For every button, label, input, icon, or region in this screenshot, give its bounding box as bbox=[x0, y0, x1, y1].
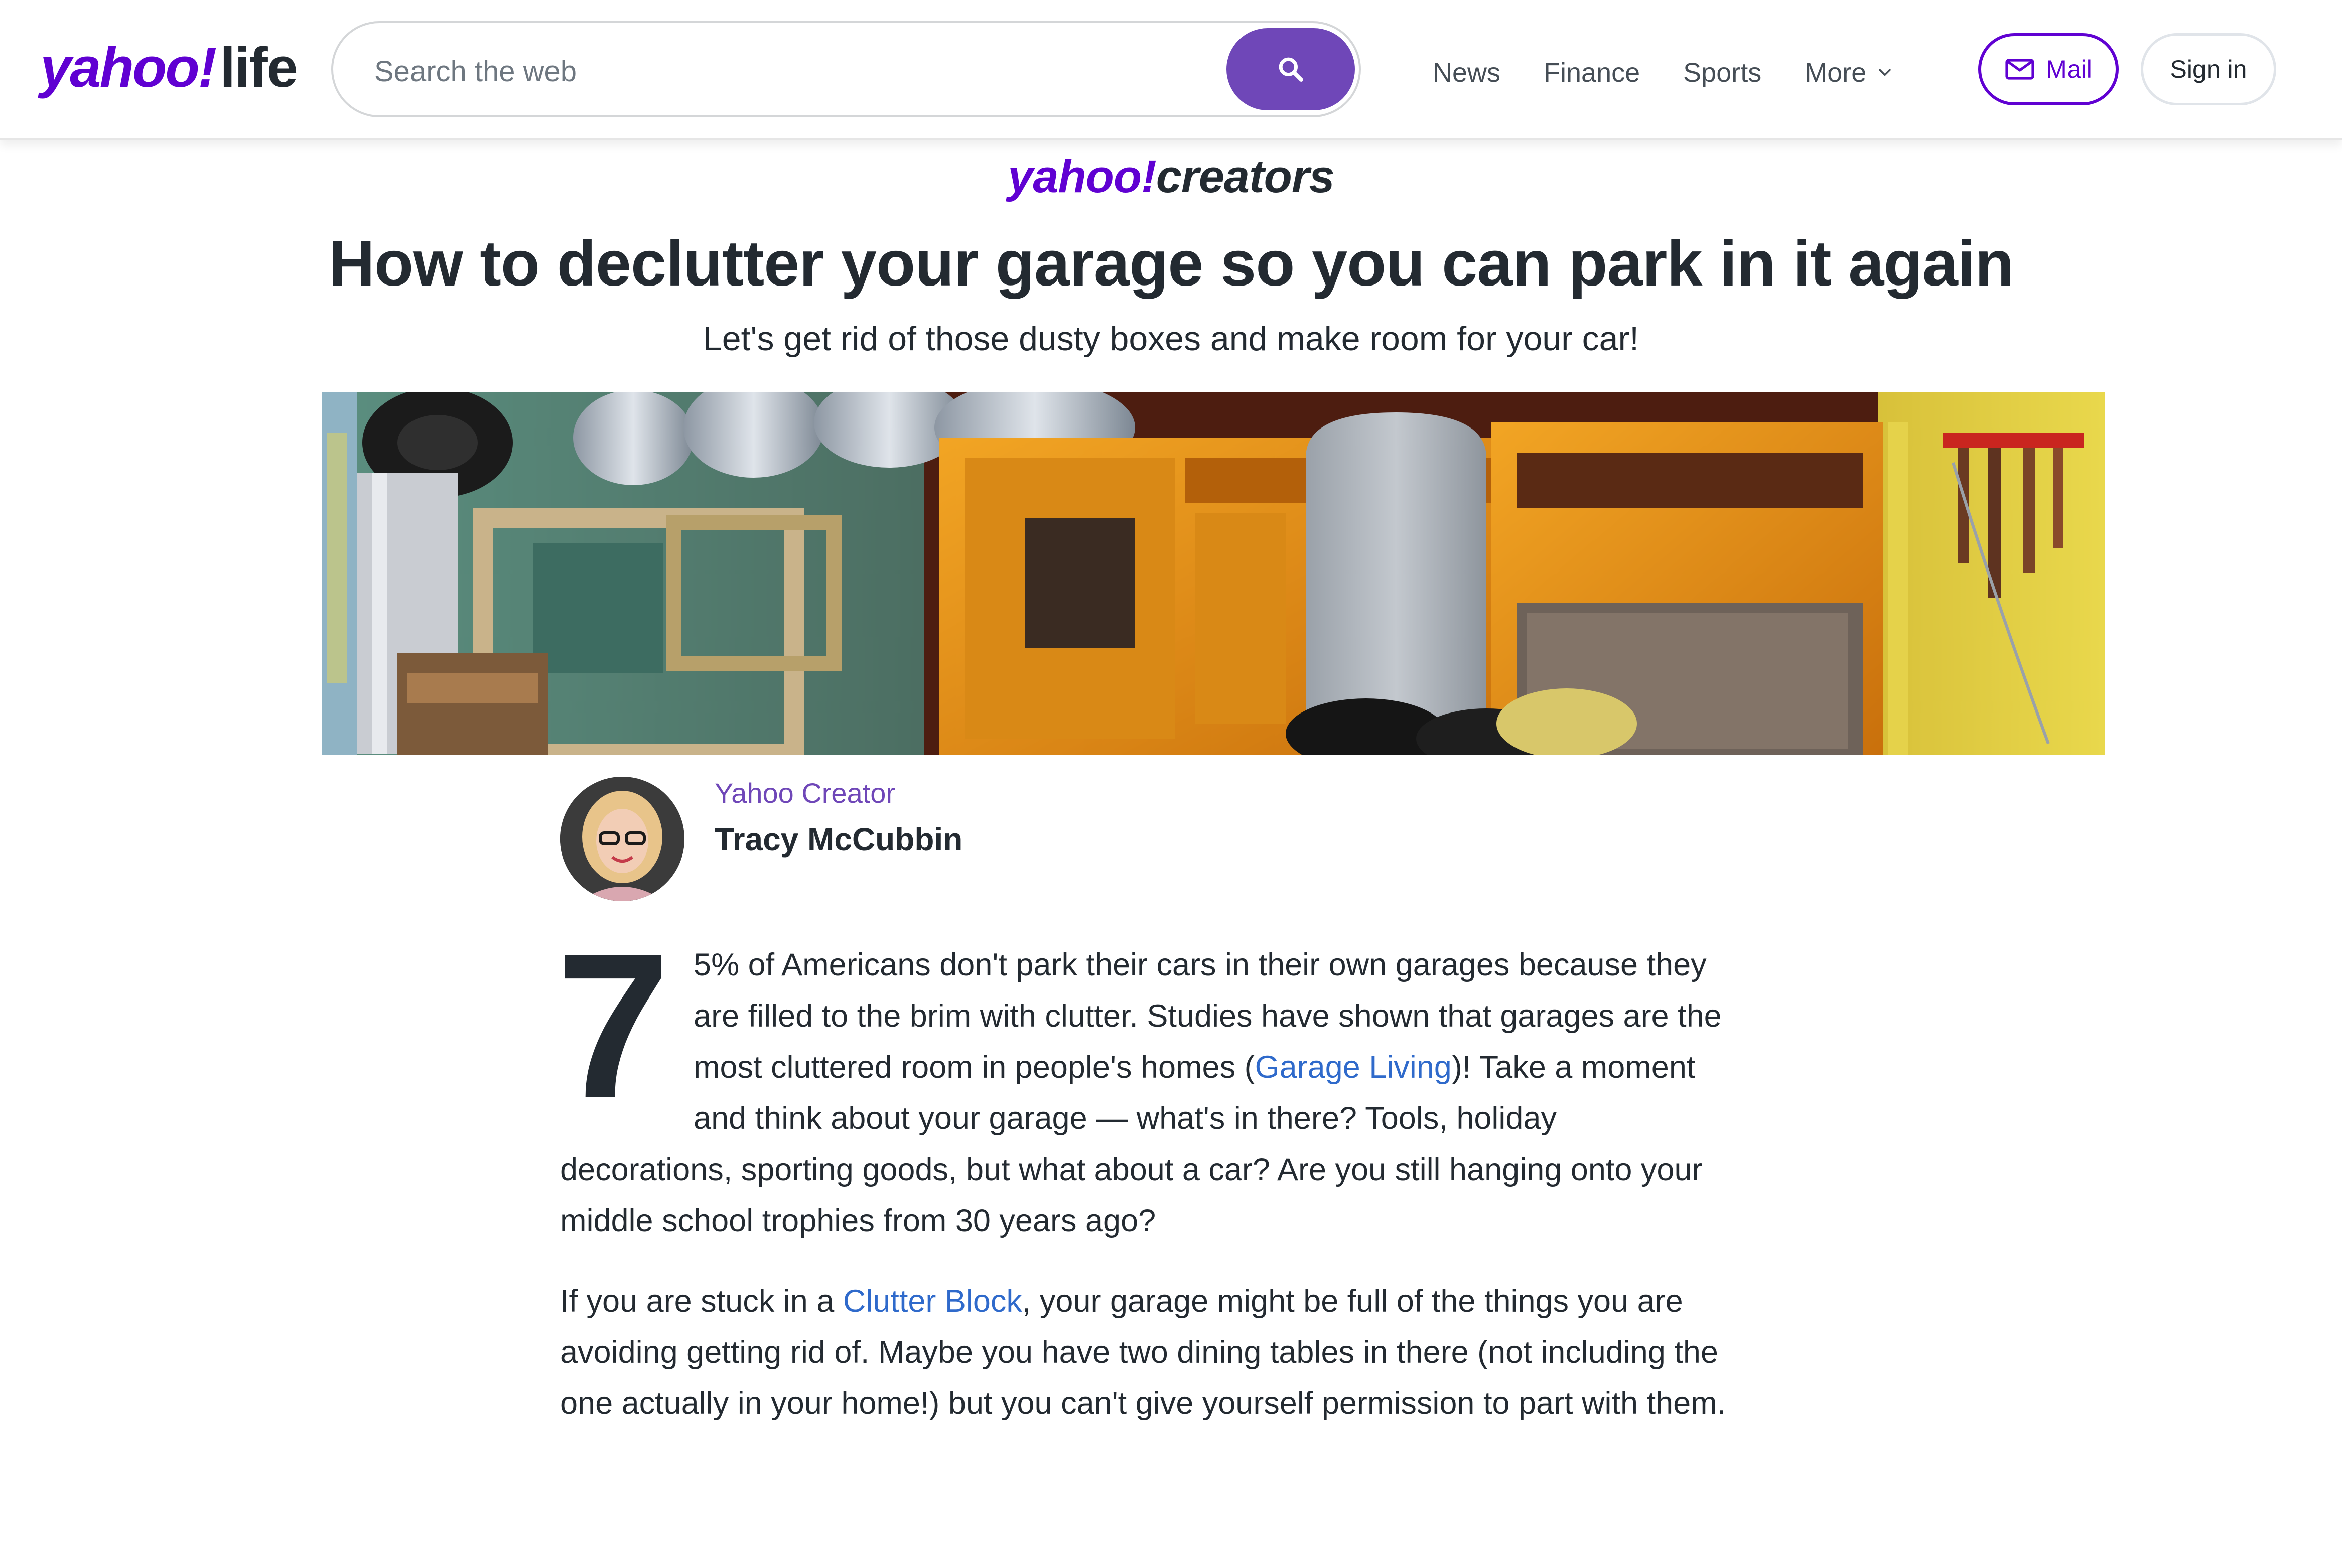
paragraph-1: 7 5% of Americans don't park their cars i… bbox=[556, 923, 1734, 1246]
article-subhead: Let's get rid of those dusty boxes and m… bbox=[703, 320, 1639, 358]
search-icon bbox=[1279, 57, 1303, 82]
nav-sports-label: Sports bbox=[1683, 58, 1762, 88]
search-button[interactable] bbox=[1226, 28, 1355, 110]
drop-cap: 7 bbox=[556, 911, 671, 1141]
author-portrait bbox=[560, 777, 684, 901]
clutter-block-link[interactable]: Clutter Block bbox=[843, 1284, 1022, 1319]
mail-icon bbox=[2005, 59, 2034, 80]
byline-role[interactable]: Yahoo Creator bbox=[715, 777, 895, 809]
paragraph-2: If you are stuck in a Clutter Block, you… bbox=[560, 1275, 1734, 1429]
chevron-down-icon bbox=[1879, 69, 1891, 76]
logo-bang: ! bbox=[198, 36, 217, 99]
sign-in-button[interactable]: Sign in bbox=[2141, 33, 2276, 105]
creators-logo-brand: yahoo! bbox=[1008, 151, 1157, 202]
top-header: yahoo!life News Finance Sports More Mail… bbox=[0, 0, 2342, 140]
search-input[interactable] bbox=[373, 43, 1178, 99]
mail-button-label: Mail bbox=[2046, 55, 2092, 83]
nav-sports[interactable]: Sports bbox=[1683, 57, 1761, 88]
nav-more-label: More bbox=[1805, 58, 1867, 88]
nav-finance[interactable]: Finance bbox=[1544, 57, 1640, 88]
top-nav: News Finance Sports More bbox=[1433, 50, 1937, 95]
garage-living-link[interactable]: Garage Living bbox=[1255, 1050, 1452, 1085]
search-bar bbox=[331, 21, 1361, 117]
paragraph-2-text-a: If you are stuck in a bbox=[560, 1284, 843, 1319]
nav-news[interactable]: News bbox=[1433, 57, 1500, 88]
sign-in-label: Sign in bbox=[2170, 55, 2247, 83]
byline-author: Tracy McCubbin bbox=[715, 821, 963, 858]
nav-news-label: News bbox=[1433, 58, 1501, 88]
yahoo-creators-logo[interactable]: yahoo!creators bbox=[0, 151, 2342, 203]
nav-more[interactable]: More bbox=[1805, 57, 1893, 88]
author-avatar[interactable] bbox=[560, 777, 684, 901]
article-headline: How to declutter your garage so you can … bbox=[328, 228, 2014, 300]
logo-property: life bbox=[220, 36, 298, 99]
yahoo-life-logo[interactable]: yahoo! life bbox=[40, 35, 298, 99]
garage-clutter-illustration bbox=[322, 392, 2105, 755]
logo-brand: yahoo bbox=[40, 36, 200, 99]
hero-image bbox=[322, 392, 2105, 755]
article-body: 7 5% of Americans don't park their cars i… bbox=[556, 923, 1734, 1458]
mail-button[interactable]: Mail bbox=[1978, 33, 2119, 105]
nav-finance-label: Finance bbox=[1544, 58, 1640, 88]
creators-logo-suffix: creators bbox=[1156, 151, 1335, 202]
